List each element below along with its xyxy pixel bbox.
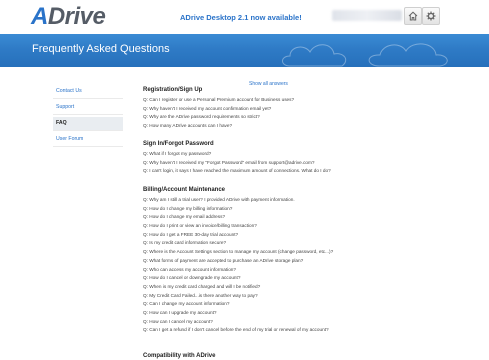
question-list: Q: Why am I still a trial user? I provid… [143, 196, 333, 335]
faq-question[interactable]: Q: How do I cancel or downgrade my accou… [143, 274, 333, 283]
section-title: Compatibility with ADrive [143, 353, 216, 359]
home-icon [408, 11, 418, 21]
faq-question[interactable]: Q: Why are the ADrive password requireme… [143, 113, 294, 122]
faq-question[interactable]: Q: How can I cancel my account? [143, 318, 333, 327]
question-list: Q: Can I register or use a Personal Prem… [143, 96, 294, 131]
faq-question[interactable]: Q: What if I forgot my password? [143, 150, 331, 159]
faq-question[interactable]: Q: Who can access my account information… [143, 266, 333, 275]
faq-question[interactable]: Q: Where is the Account Settings section… [143, 248, 333, 257]
faq-section-billing: Billing/Account Maintenance Q: Why am I … [143, 186, 333, 335]
faq-question[interactable]: Q: When is my credit card charged and wi… [143, 283, 333, 292]
faq-question[interactable]: Q: Why haven't I received my "Forgot Pas… [143, 159, 331, 168]
faq-question[interactable]: Q: My Credit Card Failed...is there anot… [143, 292, 333, 301]
faq-question[interactable]: Q: Is my credit card information secure? [143, 239, 333, 248]
faq-section-registration: Registration/Sign Up Q: Can I register o… [143, 86, 294, 131]
faq-question[interactable]: Q: Why haven't I received my account con… [143, 105, 294, 114]
faq-question[interactable]: Q: How do I change my email address? [143, 213, 333, 222]
gear-icon [426, 11, 436, 21]
section-title: Registration/Sign Up [143, 87, 203, 93]
settings-button[interactable] [422, 7, 440, 25]
section-title: Sign In/Forgot Password [143, 141, 214, 147]
logo-letter: A [31, 3, 48, 30]
logo-text: Drive [47, 3, 106, 30]
adrive-logo[interactable]: ADrive [31, 3, 106, 31]
question-list: Q: What if I forgot my password? Q: Why … [143, 150, 331, 176]
faq-question[interactable]: Q: What forms of payment are accepted to… [143, 257, 333, 266]
faq-section-sign-in: Sign In/Forgot Password Q: What if I for… [143, 140, 331, 176]
faq-question[interactable]: Q: Can I get a refund if I don't cancel … [143, 326, 333, 335]
page-title: Frequently Asked Questions [32, 43, 170, 55]
sidebar: Contact Us Support FAQ User Forum [53, 85, 123, 149]
top-bar: ADrive ADrive Desktop 2.1 now available! [0, 0, 489, 35]
faq-question[interactable]: Q: How many ADrive accounts can I have? [143, 122, 294, 131]
sidebar-item-support[interactable]: Support [53, 101, 123, 115]
faq-question[interactable]: Q: How do I print or view an invoice/bil… [143, 222, 333, 231]
sidebar-item-user-forum[interactable]: User Forum [53, 133, 123, 147]
page-banner: Frequently Asked Questions [0, 34, 489, 67]
section-title: Billing/Account Maintenance [143, 187, 226, 193]
desktop-promo-link[interactable]: ADrive Desktop 2.1 now available! [180, 13, 302, 22]
faq-question[interactable]: Q: How do I change my billing informatio… [143, 205, 333, 214]
home-button[interactable] [404, 7, 422, 25]
sidebar-item-contact-us[interactable]: Contact Us [53, 85, 123, 99]
faq-question[interactable]: Q: Can I register or use a Personal Prem… [143, 96, 294, 105]
faq-section-compatibility: Compatibility with ADrive [143, 352, 215, 360]
faq-question[interactable]: Q: Why am I still a trial user? I provid… [143, 196, 333, 205]
cloud-decoration-icon [282, 43, 448, 67]
faq-question[interactable]: Q: I can't login, it says I have reached… [143, 167, 331, 176]
sidebar-item-faq[interactable]: FAQ [53, 117, 123, 131]
faq-question[interactable]: Q: How do I get a FREE 30-day trial acco… [143, 231, 333, 240]
faq-question[interactable]: Q: How can I upgrade my account? [143, 309, 333, 318]
faq-question[interactable]: Q: Can I change my account information? [143, 300, 333, 309]
blurred-username [332, 10, 402, 21]
